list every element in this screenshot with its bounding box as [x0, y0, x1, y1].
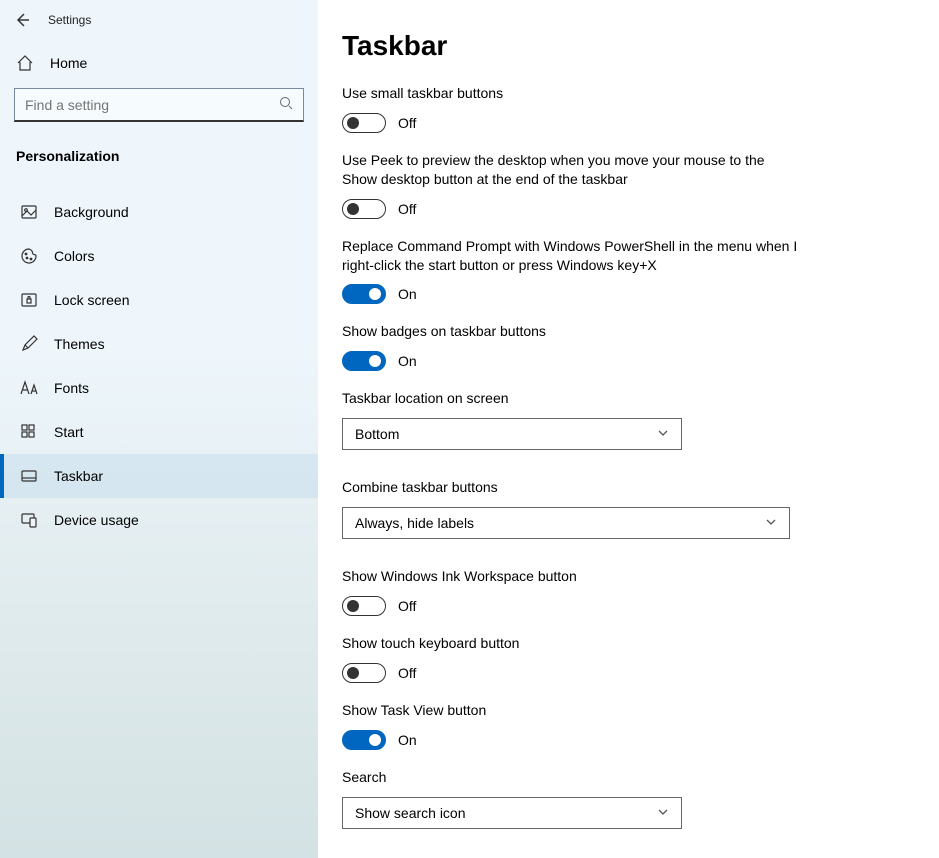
start-icon [20, 423, 38, 441]
sidebar-item-label: Themes [54, 336, 105, 352]
setting-block: Combine taskbar buttons Always, hide labe… [342, 478, 802, 539]
sidebar-item-label: Start [54, 424, 84, 440]
toggle-switch[interactable] [342, 284, 386, 304]
dropdown-value: Bottom [355, 426, 399, 442]
dropdown-value: Always, hide labels [355, 515, 474, 531]
setting-block: Show Windows Ink Workspace button Off [342, 567, 802, 616]
sidebar-item-themes[interactable]: Themes [0, 322, 318, 366]
search-input[interactable] [25, 97, 266, 113]
sidebar-home-label: Home [50, 55, 87, 71]
setting-label: Use Peek to preview the desktop when you… [342, 151, 802, 189]
toggle-state-label: On [398, 732, 417, 748]
setting-label: Show badges on taskbar buttons [342, 322, 802, 341]
search-wrap [0, 82, 318, 122]
dropdown[interactable]: Show search icon [342, 797, 682, 829]
sidebar-item-label: Fonts [54, 380, 89, 396]
chevron-down-icon [657, 805, 669, 821]
setting-block: Search Show search icon [342, 768, 802, 829]
dropdown[interactable]: Always, hide labels [342, 507, 790, 539]
dropdown[interactable]: Bottom [342, 418, 682, 450]
toggle-switch[interactable] [342, 663, 386, 683]
setting-block: Show badges on taskbar buttons On [342, 322, 802, 371]
toggle-state-label: On [398, 286, 417, 302]
setting-block: Show Task View button On [342, 701, 802, 750]
toggle-switch[interactable] [342, 596, 386, 616]
setting-label: Show Task View button [342, 701, 802, 720]
setting-block: Use Peek to preview the desktop when you… [342, 151, 802, 219]
nav-list: Background Colors Lock screen Themes Fonts St… [0, 172, 318, 542]
setting-block: Replace Command Prompt with Windows Powe… [342, 237, 802, 305]
sidebar-item-label: Device usage [54, 512, 139, 528]
setting-label: Use small taskbar buttons [342, 84, 802, 103]
fonts-icon [20, 379, 38, 397]
taskbar-icon [20, 467, 38, 485]
picture-icon [20, 203, 38, 221]
setting-label: Replace Command Prompt with Windows Powe… [342, 237, 802, 275]
sidebar-item-label: Lock screen [54, 292, 129, 308]
device-icon [20, 511, 38, 529]
sidebar-item-device-usage[interactable]: Device usage [0, 498, 318, 542]
chevron-down-icon [765, 515, 777, 531]
sidebar-item-label: Background [54, 204, 129, 220]
chevron-down-icon [657, 426, 669, 442]
toggle-switch[interactable] [342, 351, 386, 371]
sidebar-home[interactable]: Home [0, 40, 318, 82]
toggle-switch[interactable] [342, 113, 386, 133]
toggle-state-label: Off [398, 665, 416, 681]
app-title: Settings [48, 13, 91, 27]
page-title: Taskbar [342, 30, 939, 62]
sidebar: Settings Home Personalization Background… [0, 0, 318, 858]
palette-icon [20, 247, 38, 265]
sidebar-item-lock-screen[interactable]: Lock screen [0, 278, 318, 322]
setting-label: Show Windows Ink Workspace button [342, 567, 802, 586]
setting-block: Show touch keyboard button Off [342, 634, 802, 683]
search-box[interactable] [14, 88, 304, 122]
sidebar-item-start[interactable]: Start [0, 410, 318, 454]
titlebar: Settings [0, 0, 318, 40]
toggle-switch[interactable] [342, 199, 386, 219]
sidebar-item-fonts[interactable]: Fonts [0, 366, 318, 410]
brush-icon [20, 335, 38, 353]
sidebar-item-background[interactable]: Background [0, 190, 318, 234]
setting-label: Search [342, 768, 802, 787]
setting-block: Use small taskbar buttons Off [342, 84, 802, 133]
sidebar-item-taskbar[interactable]: Taskbar [0, 454, 318, 498]
toggle-state-label: Off [398, 201, 416, 217]
dropdown-value: Show search icon [355, 805, 466, 821]
toggle-switch[interactable] [342, 730, 386, 750]
category-header: Personalization [0, 122, 318, 172]
search-icon [279, 96, 293, 113]
toggle-state-label: On [398, 353, 417, 369]
back-button[interactable] [14, 12, 30, 28]
setting-block: Taskbar location on screen Bottom [342, 389, 802, 450]
setting-label: Show touch keyboard button [342, 634, 802, 653]
sidebar-item-label: Taskbar [54, 468, 103, 484]
setting-label: Combine taskbar buttons [342, 478, 802, 497]
sidebar-item-label: Colors [54, 248, 94, 264]
sidebar-item-colors[interactable]: Colors [0, 234, 318, 278]
setting-label: Taskbar location on screen [342, 389, 802, 408]
home-icon [16, 54, 34, 72]
toggle-state-label: Off [398, 115, 416, 131]
toggle-state-label: Off [398, 598, 416, 614]
lock-icon [20, 291, 38, 309]
main-content: Taskbar Use small taskbar buttonsOffUse … [318, 0, 939, 858]
